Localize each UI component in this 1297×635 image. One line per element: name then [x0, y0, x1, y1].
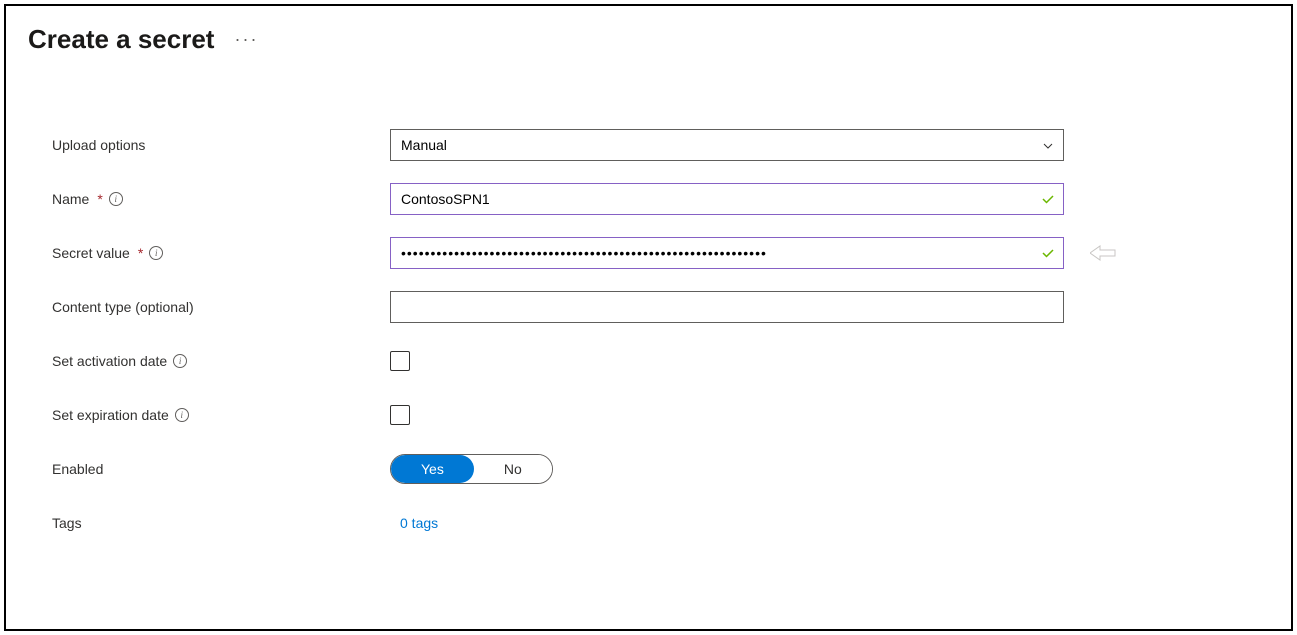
required-indicator: * [97, 191, 102, 207]
enabled-toggle-yes[interactable]: Yes [391, 455, 474, 483]
enabled-toggle: Yes No [390, 454, 553, 484]
activation-date-checkbox[interactable] [390, 351, 410, 371]
arrow-left-icon [1090, 244, 1116, 262]
content-type-row: Content type (optional) [52, 291, 1269, 323]
more-actions-icon[interactable]: ··· [234, 29, 258, 50]
secret-value-input[interactable] [390, 237, 1064, 269]
label-text: Set expiration date [52, 407, 169, 423]
content-type-label: Content type (optional) [52, 299, 390, 315]
tags-input-wrapper: 0 tags [390, 515, 1064, 531]
label-text: Upload options [52, 137, 145, 153]
enabled-input-wrapper: Yes No [390, 454, 1064, 484]
label-text: Enabled [52, 461, 103, 477]
label-text: Content type (optional) [52, 299, 194, 315]
info-icon[interactable]: i [109, 192, 123, 206]
required-indicator: * [138, 245, 143, 261]
label-text: Tags [52, 515, 82, 531]
name-input-wrapper [390, 183, 1064, 215]
enabled-label: Enabled [52, 461, 390, 477]
create-secret-panel: Create a secret ··· Upload options Name … [4, 4, 1293, 631]
upload-options-select[interactable] [390, 129, 1064, 161]
tags-row: Tags 0 tags [52, 507, 1269, 539]
form-area: Upload options Name * i [28, 129, 1269, 539]
name-input[interactable] [390, 183, 1064, 215]
upload-options-input-wrapper [390, 129, 1064, 161]
info-icon[interactable]: i [149, 246, 163, 260]
upload-options-label: Upload options [52, 137, 390, 153]
expiration-date-label: Set expiration date i [52, 407, 390, 423]
info-icon[interactable]: i [175, 408, 189, 422]
label-text: Name [52, 191, 89, 207]
check-icon [1040, 191, 1056, 207]
page-title: Create a secret [28, 24, 214, 55]
enabled-toggle-no[interactable]: No [474, 455, 552, 483]
name-row: Name * i [52, 183, 1269, 215]
name-label: Name * i [52, 191, 390, 207]
label-text: Set activation date [52, 353, 167, 369]
activation-date-label: Set activation date i [52, 353, 390, 369]
secret-value-row: Secret value * i [52, 237, 1269, 269]
info-icon[interactable]: i [173, 354, 187, 368]
tags-link[interactable]: 0 tags [390, 515, 438, 531]
secret-value-label: Secret value * i [52, 245, 390, 261]
activation-date-input-wrapper [390, 351, 1064, 371]
activation-date-row: Set activation date i [52, 345, 1269, 377]
check-icon [1040, 245, 1056, 261]
expiration-date-row: Set expiration date i [52, 399, 1269, 431]
label-text: Secret value [52, 245, 130, 261]
tags-label: Tags [52, 515, 390, 531]
panel-header: Create a secret ··· [28, 24, 1269, 55]
content-type-input[interactable] [390, 291, 1064, 323]
expiration-date-input-wrapper [390, 405, 1064, 425]
enabled-row: Enabled Yes No [52, 453, 1269, 485]
content-type-input-wrapper [390, 291, 1064, 323]
expiration-date-checkbox[interactable] [390, 405, 410, 425]
upload-options-row: Upload options [52, 129, 1269, 161]
secret-value-input-wrapper [390, 237, 1064, 269]
